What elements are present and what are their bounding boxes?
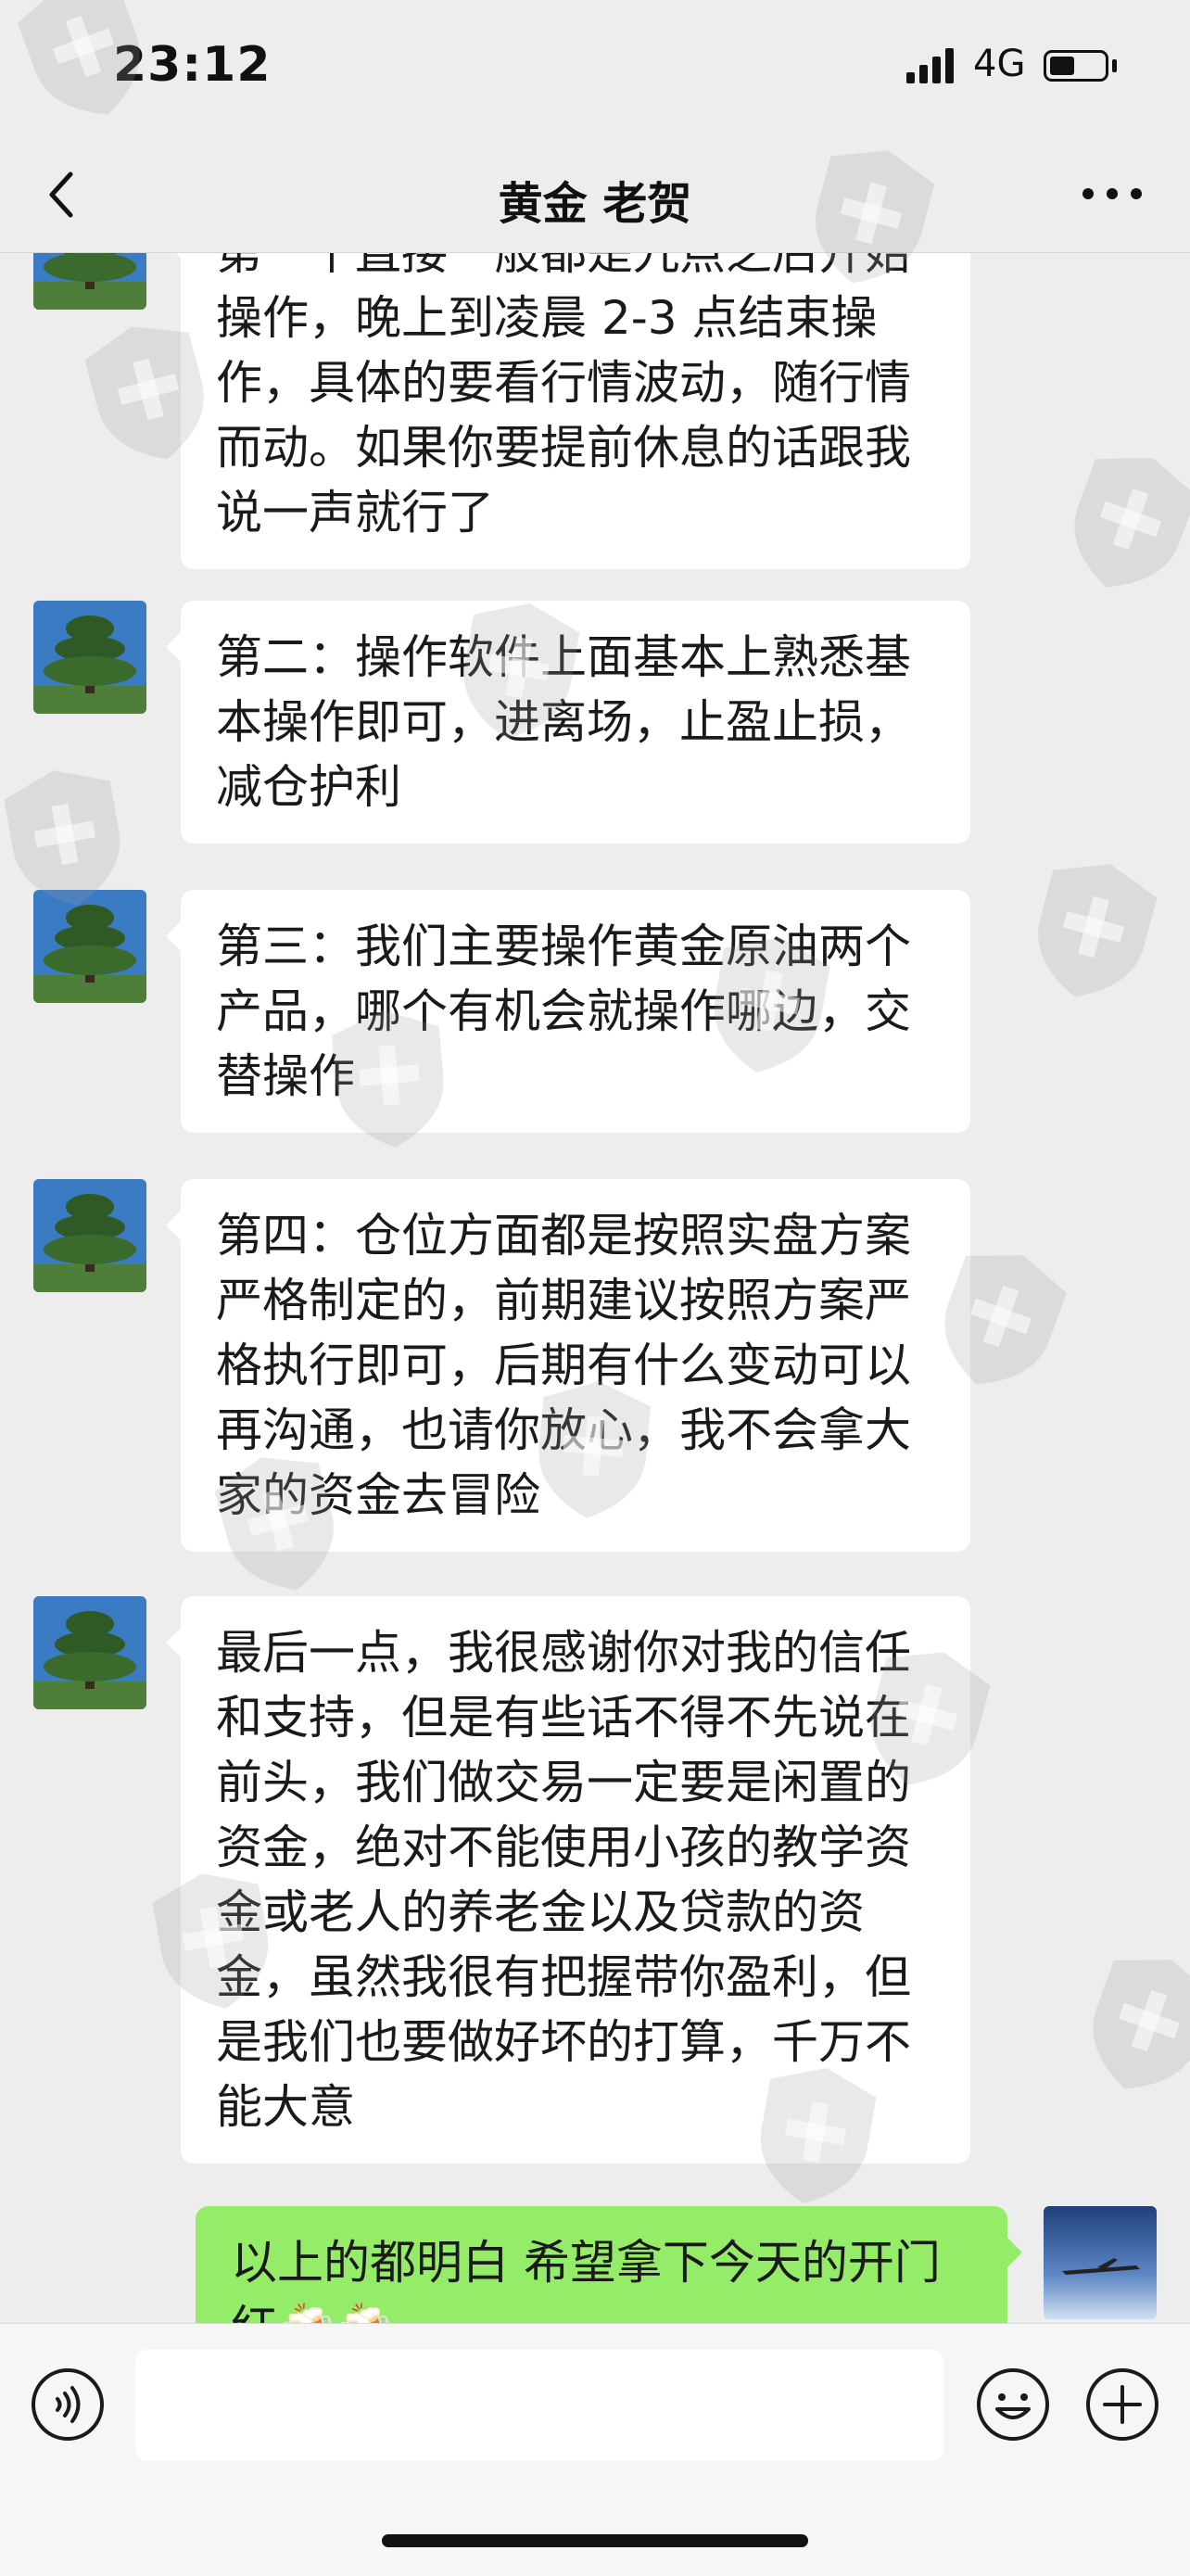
message-bubble[interactable]: 最后一点，我很感谢你对我的信任和支持，但是有些话不得不先说在前头，我们做交易一定… (166, 1596, 970, 2164)
contact-avatar[interactable] (33, 890, 146, 1003)
message-bubble[interactable]: 第三：我们主要操作黄金原油两个产品，哪个有机会就操作哪边，交替操作 (166, 890, 970, 1133)
message-row: 最后一点，我很感谢你对我的信任和支持，但是有些话不得不先说在前头，我们做交易一定… (0, 1596, 1190, 2164)
signal-bars-icon (906, 48, 954, 83)
message-text: 最后一点，我很感谢你对我的信任和支持，但是有些话不得不先说在前头，我们做交易一定… (216, 1626, 911, 2134)
home-indicator[interactable] (382, 2534, 808, 2547)
message-bubble[interactable]: 第二：操作软件上面基本上熟悉基本操作即可，进离场，止盈止损，减仓护利 (166, 601, 970, 844)
status-bar: 23:12 4G (0, 0, 1190, 139)
contact-avatar[interactable] (33, 601, 146, 714)
my-avatar[interactable] (1044, 2206, 1157, 2319)
message-text: 第二：操作软件上面基本上熟悉基本操作即可，进离场，止盈止损，减仓护利 (216, 630, 911, 814)
chat-title: 黄金 老贺 (498, 178, 692, 230)
message-row: 第四：仓位方面都是按照实盘方案严格制定的，前期建议按照方案严格执行即可，后期有什… (0, 1179, 1190, 1552)
ellipsis-icon[interactable] (1075, 180, 1149, 208)
message-bubble[interactable]: 以上的都明白 希望拿下今天的开门红🍻🍻 (196, 2206, 1022, 2323)
emoji-icon[interactable] (975, 2367, 1051, 2443)
network-label: 4G (973, 43, 1026, 85)
message-row: 第三：我们主要操作黄金原油两个产品，哪个有机会就操作哪边，交替操作 (0, 890, 1190, 1133)
chat-header: 黄金 老贺 (0, 139, 1190, 253)
message-list[interactable]: 第一个直接一般都是九点之后开始操作，晚上到凌晨 2-3 点结束操作，具体的要看行… (0, 252, 1190, 2323)
contact-avatar[interactable] (33, 1179, 146, 1292)
message-row: 第二：操作软件上面基本上熟悉基本操作即可，进离场，止盈止损，减仓护利 (0, 601, 1190, 844)
message-text: 第三：我们主要操作黄金原油两个产品，哪个有机会就操作哪边，交替操作 (216, 920, 911, 1103)
contact-avatar[interactable] (33, 252, 146, 310)
message-row: 第一个直接一般都是九点之后开始操作，晚上到凌晨 2-3 点结束操作，具体的要看行… (0, 252, 1190, 569)
battery-cap (1112, 59, 1117, 72)
message-text: 以上的都明白 希望拿下今天的开门红🍻🍻 (231, 2236, 941, 2323)
message-bubble[interactable]: 第四：仓位方面都是按照实盘方案严格制定的，前期建议按照方案严格执行即可，后期有什… (166, 1179, 970, 1552)
message-text: 第四：仓位方面都是按照实盘方案严格制定的，前期建议按照方案严格执行即可，后期有什… (216, 1209, 911, 1522)
battery-icon (1044, 50, 1108, 82)
voice-icon[interactable] (30, 2367, 106, 2443)
message-text: 第一个直接一般都是九点之后开始操作，晚上到凌晨 2-3 点结束操作，具体的要看行… (216, 252, 911, 539)
plus-circle-icon[interactable] (1084, 2367, 1160, 2443)
status-time: 23:12 (113, 37, 272, 93)
message-row: 以上的都明白 希望拿下今天的开门红🍻🍻 (0, 2206, 1190, 2323)
message-bubble[interactable]: 第一个直接一般都是九点之后开始操作，晚上到凌晨 2-3 点结束操作，具体的要看行… (166, 252, 970, 569)
message-input[interactable] (135, 2350, 943, 2461)
contact-avatar[interactable] (33, 1596, 146, 1709)
